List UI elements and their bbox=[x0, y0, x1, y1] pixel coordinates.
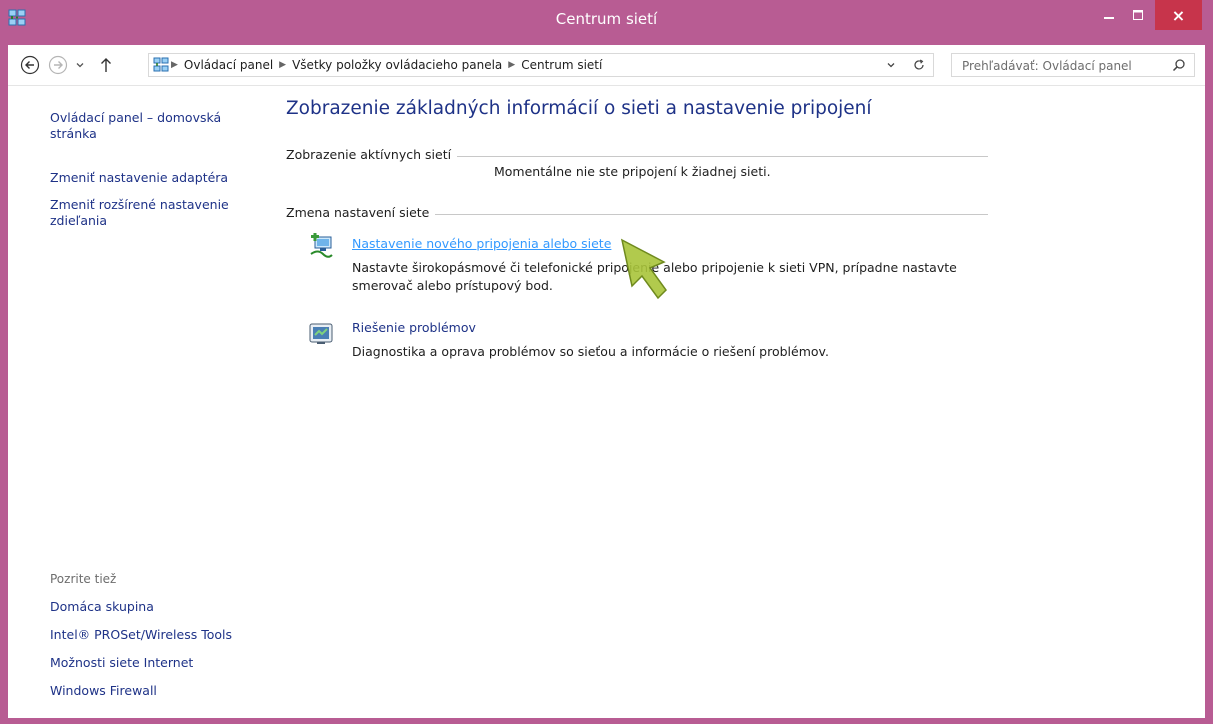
refresh-button[interactable] bbox=[911, 57, 927, 73]
title-bar[interactable]: Centrum sietí × bbox=[0, 0, 1213, 38]
content-area: Ovládací panel – domovská stránka Zmeniť… bbox=[8, 86, 1205, 718]
close-button[interactable]: × bbox=[1155, 0, 1202, 30]
up-arrow-icon bbox=[101, 58, 111, 72]
main-panel: Zobrazenie základných informácií o sieti… bbox=[286, 86, 1206, 718]
breadcrumb[interactable]: ▶ Ovládací panel ▶ Všetky položky ovláda… bbox=[148, 53, 934, 77]
window-title: Centrum sietí bbox=[555, 10, 658, 28]
window-frame: Centrum sietí × ▶ Ovládací panel ▶ Všetk… bbox=[0, 0, 1213, 724]
close-icon: × bbox=[1171, 5, 1186, 25]
sidebar-item-label: zdieľania bbox=[50, 213, 108, 228]
breadcrumb-all-items[interactable]: Všetky položky ovládacieho panela bbox=[286, 58, 508, 72]
breadcrumb-separator-icon: ▶ bbox=[508, 60, 516, 70]
minimize-button[interactable] bbox=[1095, 0, 1122, 30]
troubleshoot-link[interactable]: Riešenie problémov bbox=[352, 320, 476, 335]
search-input[interactable] bbox=[960, 55, 1164, 77]
sidebar-item-intel-proset[interactable]: Intel® PROSet/Wireless Tools bbox=[50, 627, 232, 643]
sidebar-item-label: stránka bbox=[50, 126, 97, 141]
recent-locations-button[interactable] bbox=[72, 55, 88, 75]
search-box[interactable] bbox=[951, 53, 1195, 77]
back-arrow-icon bbox=[20, 55, 40, 75]
sidebar-item-control-panel-home[interactable]: Ovládací panel – domovská stránka bbox=[50, 110, 221, 142]
troubleshoot-description: Diagnostika a oprava problémov so sieťou… bbox=[352, 344, 829, 359]
maximize-button[interactable] bbox=[1124, 0, 1151, 30]
cursor-arrow-icon bbox=[620, 238, 667, 300]
forward-arrow-icon bbox=[48, 55, 68, 75]
new-connection-icon bbox=[310, 233, 333, 258]
refresh-icon bbox=[914, 59, 924, 70]
forward-button[interactable] bbox=[48, 55, 68, 75]
maximize-icon bbox=[1132, 10, 1143, 20]
breadcrumb-separator-icon: ▶ bbox=[279, 60, 287, 70]
sidebar-item-label: Ovládací panel – domovská bbox=[50, 110, 222, 125]
page-title: Zobrazenie základných informácií o sieti… bbox=[286, 98, 872, 119]
breadcrumb-control-panel[interactable]: Ovládací panel bbox=[178, 58, 279, 72]
breadcrumb-network-center[interactable]: Centrum sietí bbox=[515, 58, 608, 72]
sidebar-item-sharing-settings[interactable]: Zmeniť rozšírené nastavenie zdieľania bbox=[50, 197, 229, 229]
change-settings-heading: Zmena nastavení siete bbox=[286, 205, 436, 220]
sidebar-item-windows-firewall[interactable]: Windows Firewall bbox=[50, 683, 157, 699]
address-history-dropdown[interactable] bbox=[883, 57, 899, 73]
chevron-down-icon bbox=[76, 63, 84, 68]
address-bar: ▶ Ovládací panel ▶ Všetky položky ovláda… bbox=[8, 45, 1205, 86]
new-connection-link[interactable]: Nastavenie nového pripojenia alebo siete bbox=[352, 236, 611, 251]
troubleshoot-icon bbox=[309, 323, 333, 344]
sidebar-item-label: Zmeniť rozšírené nastavenie bbox=[50, 197, 229, 212]
sidebar-item-internet-options[interactable]: Možnosti siete Internet bbox=[50, 655, 193, 671]
sidebar-item-homegroup[interactable]: Domáca skupina bbox=[50, 599, 154, 615]
sidebar: Ovládací panel – domovská stránka Zmeniť… bbox=[8, 86, 263, 718]
see-also-label: Pozrite tiež bbox=[50, 572, 117, 586]
no-network-message: Momentálne nie ste pripojení k žiadnej s… bbox=[494, 164, 771, 179]
active-networks-heading: Zobrazenie aktívnych sietí bbox=[286, 147, 458, 162]
chevron-down-icon bbox=[887, 63, 895, 68]
breadcrumb-separator-icon: ▶ bbox=[171, 60, 178, 70]
control-panel-icon bbox=[153, 57, 169, 72]
back-button[interactable] bbox=[20, 55, 40, 75]
minimize-icon bbox=[1103, 17, 1114, 19]
sidebar-item-adapter-settings[interactable]: Zmeniť nastavenie adaptéra bbox=[50, 170, 228, 186]
up-button[interactable] bbox=[96, 55, 116, 75]
search-icon[interactable] bbox=[1172, 58, 1186, 72]
